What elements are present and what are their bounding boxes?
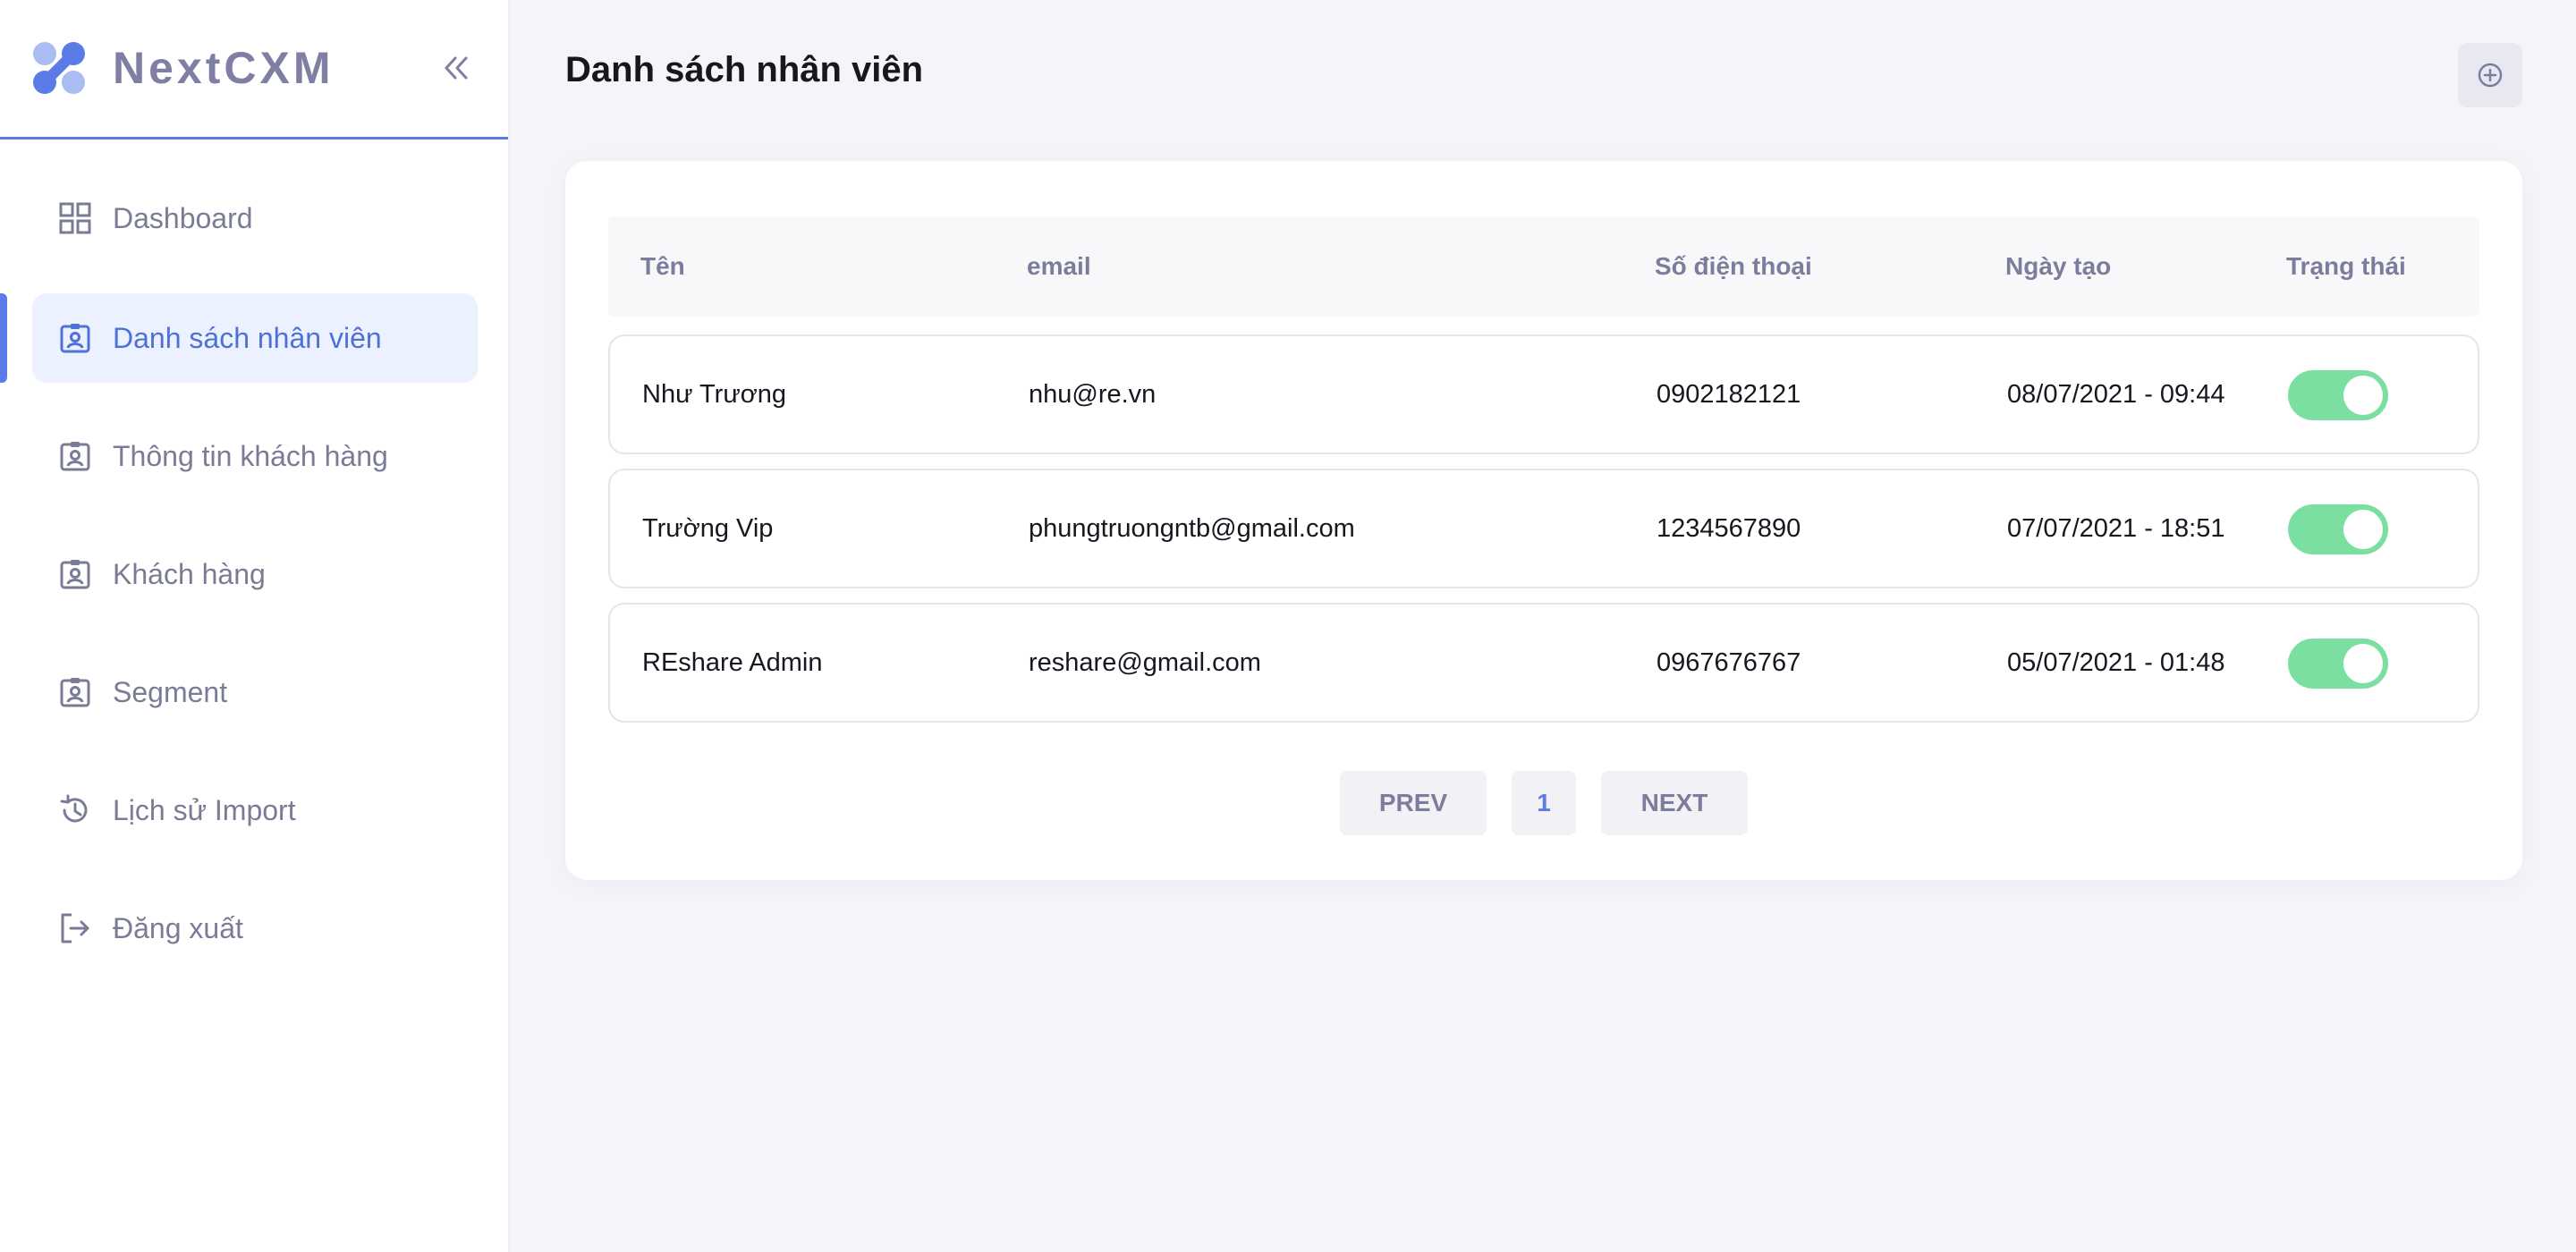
sidebar-item-label: Danh sách nhân viên — [113, 322, 382, 354]
sidebar-item-dashboard[interactable]: Dashboard — [32, 173, 478, 263]
cell-created: 07/07/2021 - 18:51 — [2007, 514, 2225, 543]
cell-phone: 0902182121 — [1657, 380, 1801, 409]
table-row[interactable]: Như Trương nhu@re.vn 0902182121 08/07/20… — [608, 334, 2479, 454]
id-badge-icon — [57, 438, 93, 474]
active-indicator — [0, 293, 7, 383]
table-row[interactable]: REshare Admin reshare@gmail.com 09676767… — [608, 603, 2479, 723]
sidebar-item-label: Dashboard — [113, 202, 253, 234]
cell-created: 08/07/2021 - 09:44 — [2007, 380, 2225, 409]
toggle-knob — [2343, 510, 2383, 549]
column-header-phone[interactable]: Số điện thoại — [1655, 216, 1812, 317]
toggle-knob — [2343, 376, 2383, 415]
sidebar-item-label: Thông tin khách hàng — [113, 440, 388, 472]
sidebar: NextCXM Dashboard Danh sách nhân viên Th… — [0, 0, 510, 1252]
cell-phone: 1234567890 — [1657, 514, 1801, 543]
id-badge-icon — [57, 674, 93, 710]
sidebar-item-customer-info[interactable]: Thông tin khách hàng — [32, 411, 478, 501]
status-toggle[interactable] — [2288, 370, 2388, 420]
logout-icon — [57, 910, 93, 946]
page-title: Danh sách nhân viên — [565, 50, 924, 89]
sidebar-item-logout[interactable]: Đăng xuất — [32, 884, 478, 973]
cell-name: REshare Admin — [642, 648, 823, 677]
table-row[interactable]: Trường Vip phungtruongntb@gmail.com 1234… — [608, 469, 2479, 588]
logo-icon — [33, 42, 85, 94]
id-badge-icon — [57, 556, 93, 592]
add-employee-button[interactable] — [2458, 43, 2522, 107]
cell-name: Như Trương — [642, 380, 787, 409]
employee-table-card: Tên email Số điện thoại Ngày tạo Trạng t… — [565, 161, 2522, 880]
column-header-email[interactable]: email — [1027, 216, 1091, 317]
sidebar-item-customers[interactable]: Khách hàng — [32, 529, 478, 619]
cell-email: nhu@re.vn — [1029, 380, 1157, 409]
cell-phone: 0967676767 — [1657, 648, 1801, 677]
cell-name: Trường Vip — [642, 514, 774, 543]
toggle-knob — [2343, 644, 2383, 683]
status-toggle[interactable] — [2288, 639, 2388, 689]
status-toggle[interactable] — [2288, 504, 2388, 554]
column-header-name[interactable]: Tên — [640, 216, 685, 317]
brand-header: NextCXM — [0, 0, 508, 140]
double-chevron-left-icon — [445, 56, 468, 80]
cell-email: phungtruongntb@gmail.com — [1029, 514, 1355, 543]
column-header-status[interactable]: Trạng thái — [2286, 216, 2406, 317]
page-number-button[interactable]: 1 — [1512, 771, 1576, 835]
brand-name: NextCXM — [113, 43, 335, 93]
prev-page-button[interactable]: PREV — [1340, 771, 1487, 835]
history-icon — [57, 792, 93, 828]
cell-created: 05/07/2021 - 01:48 — [2007, 648, 2225, 677]
sidebar-item-segment[interactable]: Segment — [32, 647, 478, 737]
table-header: Tên email Số điện thoại Ngày tạo Trạng t… — [608, 216, 2479, 317]
sidebar-item-label: Lịch sử Import — [113, 794, 296, 826]
next-page-button[interactable]: NEXT — [1601, 771, 1748, 835]
grid-icon — [57, 200, 93, 236]
sidebar-item-label: Khách hàng — [113, 558, 266, 590]
id-badge-icon — [57, 320, 93, 356]
cell-email: reshare@gmail.com — [1029, 648, 1261, 677]
column-header-created[interactable]: Ngày tạo — [2005, 216, 2111, 317]
sidebar-item-label: Đăng xuất — [113, 912, 243, 944]
plus-circle-icon — [2478, 63, 2503, 88]
sidebar-item-label: Segment — [113, 676, 228, 708]
sidebar-item-import-history[interactable]: Lịch sử Import — [32, 766, 478, 855]
collapse-sidebar-button[interactable] — [436, 48, 476, 88]
main-content: Danh sách nhân viên Tên email Số điện th… — [512, 0, 2576, 1252]
sidebar-item-employees[interactable]: Danh sách nhân viên — [32, 293, 478, 383]
